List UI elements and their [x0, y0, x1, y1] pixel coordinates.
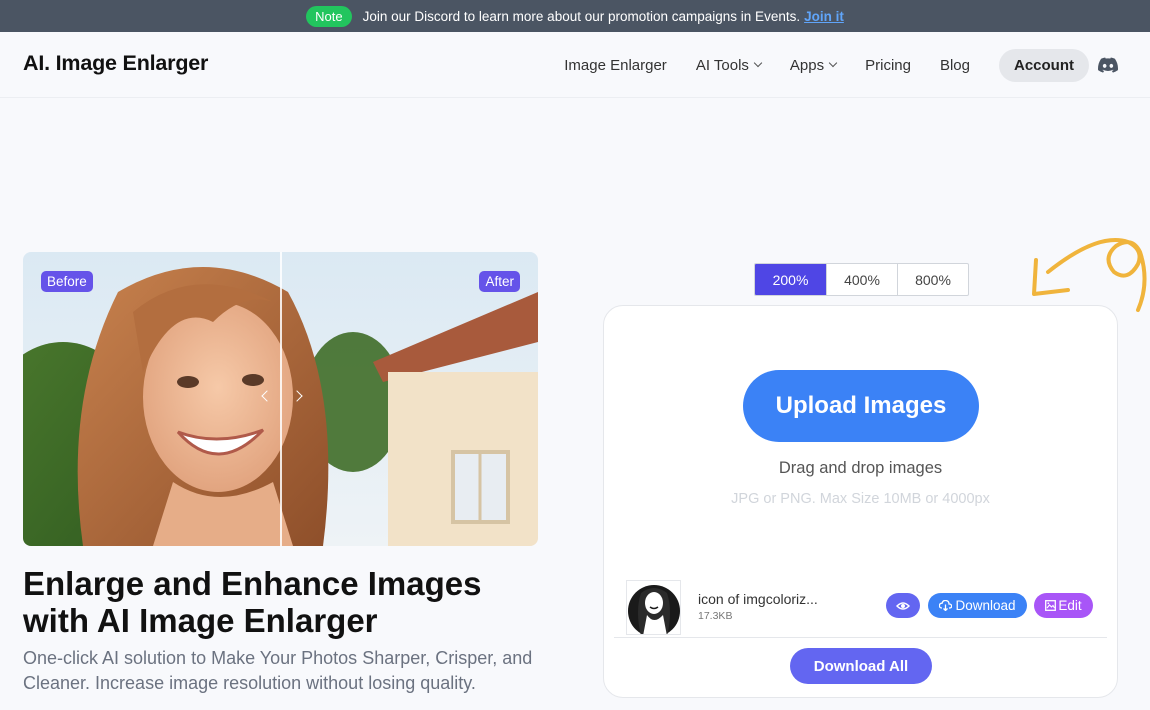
upload-images-button[interactable]: Upload Images	[743, 370, 979, 442]
nav-label: Apps	[789, 56, 825, 74]
upload-limits-text: JPG or PNG. Max Size 10MB or 4000px	[731, 491, 990, 507]
chevron-down-icon	[828, 58, 838, 68]
chevron-down-icon	[753, 58, 763, 68]
comparison-slider-handle[interactable]	[280, 252, 282, 546]
nav-label: AI Tools	[695, 56, 749, 74]
site-logo[interactable]: AI. Image Enlarger	[23, 51, 208, 76]
file-thumbnail	[626, 580, 681, 635]
scale-option-400[interactable]: 400%	[826, 264, 897, 295]
join-discord-link[interactable]: Join it	[804, 9, 844, 24]
cloud-download-icon	[939, 600, 953, 611]
nav-image-enlarger[interactable]: Image Enlarger	[564, 57, 667, 74]
download-label: Download	[955, 598, 1016, 613]
announcement-text: Join our Discord to learn more about our…	[362, 8, 801, 24]
hero-title: Enlarge and Enhance Images with AI Image…	[23, 565, 482, 639]
discord-icon[interactable]	[1098, 57, 1118, 73]
nav-blog[interactable]: Blog	[940, 57, 970, 74]
before-tag: Before	[41, 271, 93, 292]
nav-pricing[interactable]: Pricing	[865, 57, 911, 74]
preview-button[interactable]	[886, 593, 920, 618]
upload-card[interactable]: Upload Images Drag and drop images JPG o…	[603, 305, 1118, 698]
nav-label: Blog	[939, 56, 970, 74]
site-header: AI. Image Enlarger Image Enlarger AI Too…	[0, 32, 1150, 98]
file-size: 17.3KB	[698, 610, 733, 622]
after-tag: After	[479, 271, 520, 292]
note-badge: Note	[306, 5, 352, 27]
account-button[interactable]: Account	[999, 48, 1089, 82]
before-after-comparison[interactable]: Before After	[23, 252, 538, 546]
eye-icon	[896, 601, 910, 610]
edit-button[interactable]: Edit	[1034, 593, 1093, 618]
announcement-bar: Note Join our Discord to learn more abou…	[0, 0, 1150, 32]
file-name: icon of imgcoloriz...	[698, 591, 818, 607]
edit-label: Edit	[1058, 598, 1082, 613]
nav-apps[interactable]: Apps	[789, 56, 838, 74]
main-nav: Image Enlarger AI Tools Apps Pricing Blo…	[535, 48, 1118, 82]
curly-arrow-icon	[1032, 238, 1147, 312]
download-all-button[interactable]: Download All	[790, 648, 932, 684]
scale-selector: 200% 400% 800%	[754, 263, 969, 296]
image-edit-icon	[1045, 600, 1057, 611]
nav-label: Pricing	[865, 56, 911, 74]
drag-drop-text: Drag and drop images	[778, 459, 943, 477]
hero-subtitle: One-click AI solution to Make Your Photo…	[23, 648, 533, 693]
download-button[interactable]: Download	[928, 593, 1027, 618]
nav-label: Image Enlarger	[564, 56, 667, 74]
scale-option-800[interactable]: 800%	[897, 264, 968, 295]
scale-option-200[interactable]: 200%	[755, 264, 826, 295]
nav-ai-tools[interactable]: AI Tools	[695, 56, 763, 74]
uploaded-file-row: icon of imgcoloriz... 17.3KB Download Ed…	[614, 576, 1107, 638]
